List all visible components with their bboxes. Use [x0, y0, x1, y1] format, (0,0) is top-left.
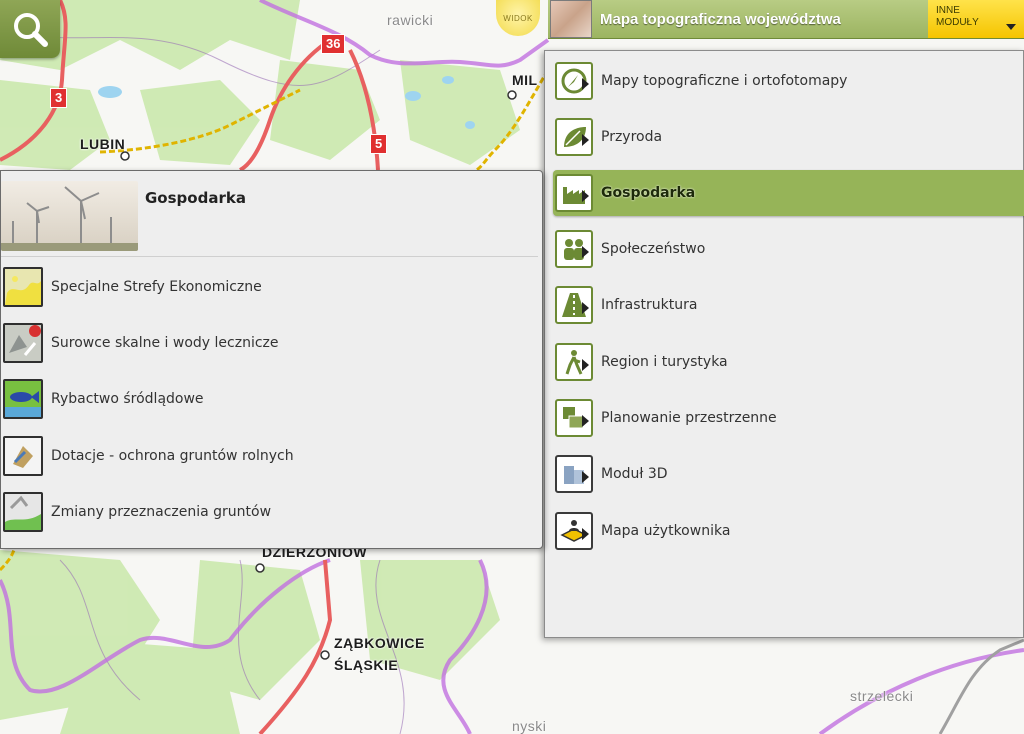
road-number-36: 36: [321, 34, 346, 54]
submodule-item-label: Surowce skalne i wody lecznicze: [51, 335, 279, 351]
module-item-society[interactable]: Społeczeństwo: [555, 227, 705, 271]
module-item-label: Region i turystyka: [601, 354, 728, 370]
module-item-label: Społeczeństwo: [601, 241, 706, 257]
module-item-label: Gospodarka: [601, 185, 696, 201]
module-item-tourism[interactable]: Region i turystyka: [555, 340, 728, 384]
sse-map-icon: [3, 267, 43, 307]
topo-map-thumbnail: [550, 0, 592, 38]
people-icon: [555, 230, 593, 268]
subsidy-icon: [3, 436, 43, 476]
map-label-zabkowice: ZĄBKOWICE: [334, 635, 425, 651]
factory-icon: [555, 174, 593, 212]
road-number-5: 5: [370, 134, 388, 154]
submodule-item-label: Rybactwo śródlądowe: [51, 391, 204, 407]
magnifier-icon: [14, 13, 48, 47]
module-item-label: Infrastruktura: [601, 297, 698, 313]
submodule-item-label: Dotacje - ochrona gruntów rolnych: [51, 448, 294, 464]
search-button[interactable]: [0, 0, 60, 58]
map-label-nyski: nyski: [512, 718, 547, 734]
land-change-icon: [3, 492, 43, 532]
submodule-item-fishery[interactable]: Rybactwo śródlądowe: [3, 378, 204, 420]
map-label-lubin: LUBIN: [80, 136, 126, 152]
submodule-item-minerals[interactable]: Surowce skalne i wody lecznicze: [3, 322, 279, 364]
submodule-panel: Gospodarka Specjalne Strefy Ekonomiczne …: [0, 170, 543, 549]
other-modules-label-line2: MODUŁY: [936, 17, 979, 28]
rocks-map-icon: [3, 323, 43, 363]
submodule-item-label: Zmiany przeznaczenia gruntów: [51, 504, 272, 520]
divider: [1, 256, 538, 257]
planning-icon: [555, 399, 593, 437]
fish-icon: [3, 379, 43, 419]
map-label-rawicki: rawicki: [387, 12, 434, 28]
leaf-icon: [555, 118, 593, 156]
module-item-planning[interactable]: Planowanie przestrzenne: [555, 396, 777, 440]
module-item-3d[interactable]: Moduł 3D: [555, 452, 668, 496]
road-icon: [555, 286, 593, 324]
module-item-label: Moduł 3D: [601, 466, 668, 482]
module-header-bar: Mapa topograficzna województwa INNE MODU…: [548, 0, 1024, 39]
hiker-icon: [555, 343, 593, 381]
module-title[interactable]: Mapa topograficzna województwa: [600, 11, 928, 28]
wind-turbines-thumbnail: [1, 181, 138, 251]
submodule-item-land-change[interactable]: Zmiany przeznaczenia gruntów: [3, 491, 271, 533]
compass-map-icon: [555, 62, 593, 100]
3d-blocks-icon: [555, 455, 593, 493]
map-label-slaskie: ŚLĄSKIE: [334, 657, 399, 673]
submodule-item-sse[interactable]: Specjalne Strefy Ekonomiczne: [3, 266, 262, 308]
module-item-label: Przyroda: [601, 129, 663, 145]
module-menu: Mapy topograficzne i ortofotomapy Przyro…: [544, 50, 1024, 638]
module-item-nature[interactable]: Przyroda: [555, 115, 662, 159]
view-button-label: WIDOK: [503, 13, 533, 23]
road-number-3: 3: [50, 88, 68, 108]
submodule-item-label: Specjalne Strefy Ekonomiczne: [51, 279, 262, 295]
module-item-topography[interactable]: Mapy topograficzne i ortofotomapy: [555, 59, 847, 103]
submodule-panel-title: Gospodarka: [145, 189, 246, 207]
module-item-user-map[interactable]: Mapa użytkownika: [555, 509, 730, 553]
submodule-item-subsidies[interactable]: Dotacje - ochrona gruntów rolnych: [3, 435, 294, 477]
module-item-label: Mapa użytkownika: [601, 523, 731, 539]
caret-down-icon: [1006, 24, 1016, 30]
module-item-economy[interactable]: Gospodarka: [553, 170, 1024, 216]
module-item-label: Mapy topograficzne i ortofotomapy: [601, 73, 848, 89]
module-item-label: Planowanie przestrzenne: [601, 410, 777, 426]
map-label-milicz: MIL: [512, 72, 538, 88]
other-modules-button[interactable]: INNE MODUŁY: [928, 0, 1024, 38]
map-label-strzelecki: strzelecki: [850, 688, 914, 704]
module-item-infrastructure[interactable]: Infrastruktura: [555, 283, 697, 327]
user-layers-icon: [555, 512, 593, 550]
other-modules-label-line1: INNE: [936, 5, 960, 16]
